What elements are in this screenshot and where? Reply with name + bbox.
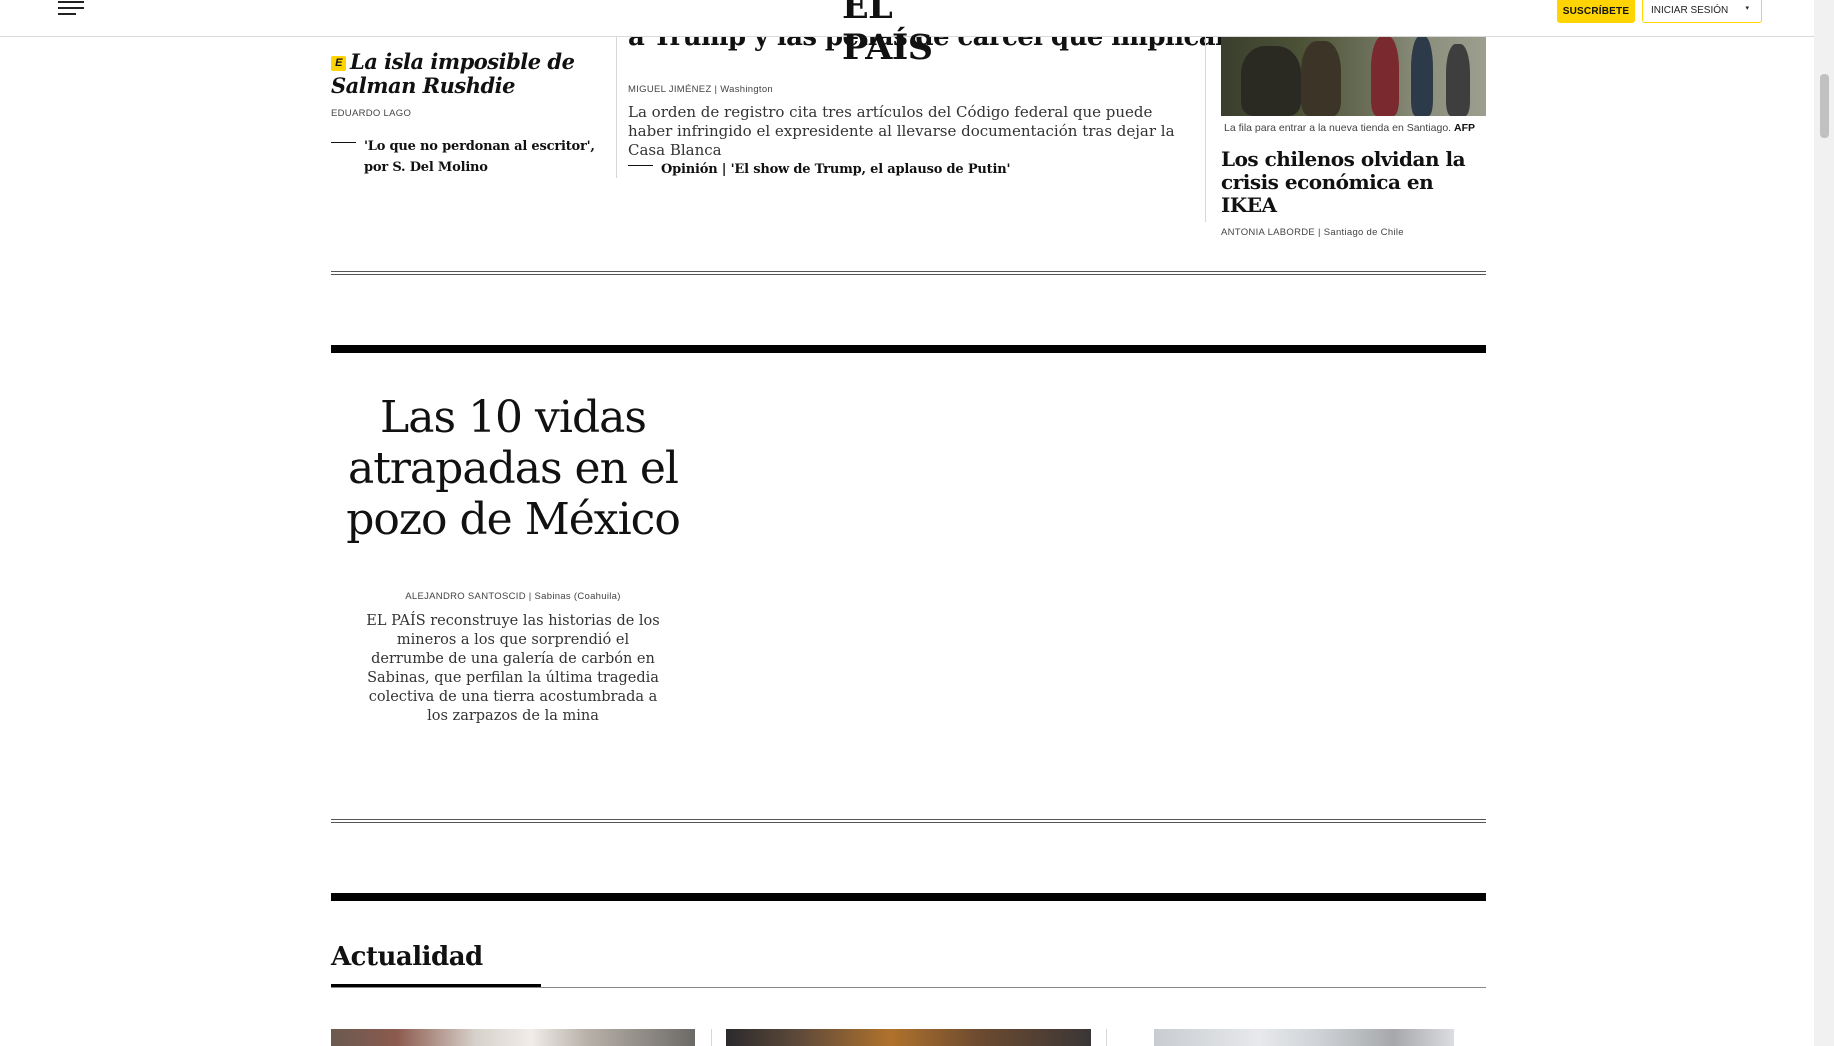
article-rushdie: E La isla imposible de Salman Rushdie EDU… [331,50,601,177]
feature-summary: EL PAÍS reconstruye las historias de los… [366,613,660,724]
article-thumbnail[interactable] [1154,1029,1454,1046]
premium-badge-icon: E [331,56,346,71]
section-divider [331,819,1486,823]
site-header: EL PAÍS SUSCRÍBETE INICIAR SESIÓN ▾ [0,0,1814,68]
article-byline[interactable]: MIGUEL JIMÉNEZ | Washington [628,84,773,95]
photo-caption-text: La fila para entrar a la nueva tienda en… [1224,122,1452,134]
article-title[interactable]: Los chilenos olvidan la crisis económica… [1221,148,1486,217]
page: EL PAÍS SUSCRÍBETE INICIAR SESIÓN ▾ E La … [0,0,1834,1046]
related-link-text[interactable]: Opinión | 'El show de Trump, el aplauso … [661,162,1010,177]
article-byline[interactable]: ANTONIA LABORDE | Santiago de Chile [1221,227,1486,238]
vertical-scrollbar[interactable] [1814,0,1834,1046]
article-thumbnail[interactable] [726,1029,1091,1046]
section-baseline [331,987,1486,988]
column-divider [711,1029,712,1046]
site-logo[interactable]: EL PAÍS [842,0,982,68]
section-top-rule [331,345,1486,353]
login-button[interactable]: INICIAR SESIÓN ▾ [1642,0,1762,23]
feature-article: Las 10 vidas atrapadas en el pozo de Méx… [331,392,695,726]
scrollbar-thumb[interactable] [1820,74,1829,138]
chevron-down-icon: ▾ [1745,5,1749,12]
related-link[interactable]: 'Lo que no perdonan al escritor', por S.… [331,135,601,177]
login-button-label: INICIAR SESIÓN [1651,5,1729,16]
article-photo[interactable] [1221,36,1486,116]
article-title[interactable]: E La isla imposible de Salman Rushdie [331,50,601,98]
article-thumbnail[interactable] [331,1029,695,1046]
photo-credit: AFP [1454,122,1475,134]
article-summary: La orden de registro cita tres artículos… [628,103,1175,159]
feature-byline[interactable]: ALEJANDRO SANTOSCID | Sabinas (Coahuila) [331,591,695,602]
section-title[interactable]: Actualidad [331,942,483,972]
subscribe-button[interactable]: SUSCRÍBETE [1557,0,1635,23]
related-link-text[interactable]: 'Lo que no perdonan al escritor', por S.… [364,139,595,175]
column-divider [1205,36,1206,222]
hamburger-menu-icon[interactable] [58,0,84,18]
column-divider [616,36,617,178]
section-top-rule [331,893,1486,901]
article-title-text[interactable]: La isla imposible de Salman Rushdie [331,49,575,98]
article-byline[interactable]: EDUARDO LAGO [331,108,601,119]
column-divider [1106,1029,1107,1046]
photo-caption: La fila para entrar a la nueva tienda en… [1221,122,1486,134]
feature-title[interactable]: Las 10 vidas atrapadas en el pozo de Méx… [331,392,695,545]
section-divider [331,271,1486,275]
article-ikea: La fila para entrar a la nueva tienda en… [1221,36,1486,238]
related-link[interactable]: Opinión | 'El show de Trump, el aplauso … [628,158,1221,177]
